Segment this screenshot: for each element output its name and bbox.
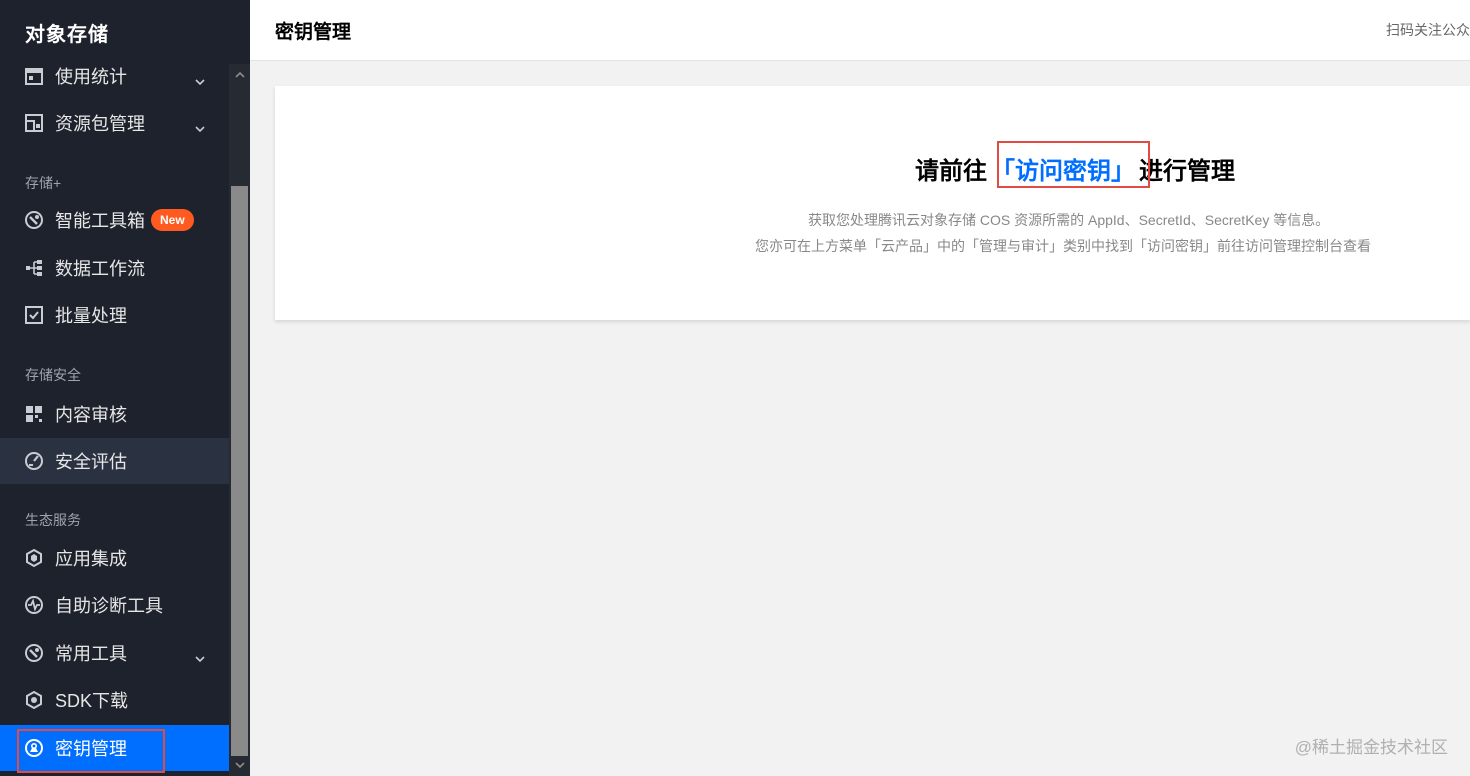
sidebar-item-usage-stats[interactable]: 使用统计: [0, 53, 229, 99]
group-label-ecosystem: 生态服务: [25, 512, 81, 528]
page-header: 密钥管理 扫码关注公众: [250, 0, 1470, 61]
cube-icon: [24, 548, 44, 568]
sidebar-item-label: 自助诊断工具: [55, 596, 163, 616]
sidebar-item-resource-packages[interactable]: 资源包管理: [0, 100, 229, 146]
package-icon: [24, 113, 44, 133]
sidebar-item-label: 密钥管理: [55, 739, 127, 759]
sidebar-item-common-tools[interactable]: 常用工具: [0, 630, 229, 676]
card-title-prefix: 请前往: [915, 158, 987, 185]
sidebar-item-smart-toolbox[interactable]: 智能工具箱 New: [0, 197, 229, 243]
sidebar-item-sdk-download[interactable]: SDK下载: [0, 677, 229, 723]
description-line-1: 获取您处理腾讯云对象存储 COS 资源所需的 AppId、SecretId、Se…: [808, 212, 1330, 228]
workflow-icon: [24, 258, 44, 278]
product-title: 对象存储: [25, 24, 109, 46]
batch-icon: [24, 305, 44, 325]
key-icon: [24, 738, 44, 758]
sidebar-item-label: 安全评估: [55, 452, 127, 472]
sidebar-item-label: 使用统计: [55, 67, 127, 87]
scroll-down-icon[interactable]: [229, 754, 250, 776]
sidebar-item-self-diagnosis[interactable]: 自助诊断工具: [0, 582, 229, 628]
sidebar-item-label: 应用集成: [55, 549, 127, 569]
key-management-card: 请前往 「访问密钥」 进行管理 获取您处理腾讯云对象存储 COS 资源所需的 A…: [275, 86, 1470, 320]
sidebar-item-key-management[interactable]: 密钥管理: [0, 725, 229, 771]
chevron-down-icon: [195, 118, 205, 133]
page-title: 密钥管理: [275, 22, 352, 43]
chevron-down-icon: [195, 71, 205, 86]
sidebar-item-content-moderation[interactable]: 内容审核: [0, 391, 229, 437]
description-line-2: 您亦可在上方菜单「云产品」中的「管理与审计」类别中找到「访问密钥」前往访问管理控…: [755, 238, 1371, 254]
follow-official-account-link[interactable]: 扫码关注公众: [1386, 20, 1470, 40]
new-badge: New: [151, 209, 194, 231]
toolbox-icon: [24, 210, 44, 230]
calendar-icon: [24, 66, 44, 86]
sidebar: 对象存储 使用统计 资源包管理 存储+ 智能工具箱 New 数据工作流 批量处理…: [0, 0, 250, 776]
watermark: @稀土掘金技术社区: [1294, 738, 1448, 757]
access-key-link[interactable]: 「访问密钥」: [991, 151, 1135, 186]
card-title: 请前往 「访问密钥」 进行管理: [915, 151, 1235, 186]
sidebar-item-label: 常用工具: [55, 644, 127, 664]
sidebar-item-batch-processing[interactable]: 批量处理: [0, 292, 229, 338]
group-label-storage-security: 存储安全: [25, 367, 81, 383]
sidebar-item-app-integration[interactable]: 应用集成: [0, 535, 229, 581]
card-title-suffix: 进行管理: [1139, 158, 1235, 185]
pulse-icon: [24, 595, 44, 615]
scroll-thumb[interactable]: [231, 186, 248, 756]
grid-icon: [24, 404, 44, 424]
sidebar-scrollbar[interactable]: [229, 64, 250, 776]
sidebar-item-label: 数据工作流: [55, 259, 145, 279]
sidebar-nav: 对象存储 使用统计 资源包管理 存储+ 智能工具箱 New 数据工作流 批量处理…: [0, 0, 229, 776]
sidebar-item-security-assessment[interactable]: 安全评估: [0, 438, 229, 484]
sidebar-item-label: 内容审核: [55, 405, 127, 425]
sidebar-item-label: SDK下载: [55, 691, 129, 711]
sidebar-item-label: 资源包管理: [55, 114, 145, 134]
sidebar-item-label: 批量处理: [55, 306, 127, 326]
gauge-icon: [24, 451, 44, 471]
sdk-icon: [24, 690, 44, 710]
tool-icon: [24, 643, 44, 663]
sidebar-item-data-workflow[interactable]: 数据工作流: [0, 245, 229, 291]
scroll-up-icon[interactable]: [229, 64, 250, 86]
sidebar-item-label: 智能工具箱: [55, 211, 145, 231]
chevron-down-icon: [195, 648, 205, 663]
group-label-storage-plus: 存储+: [25, 175, 62, 191]
